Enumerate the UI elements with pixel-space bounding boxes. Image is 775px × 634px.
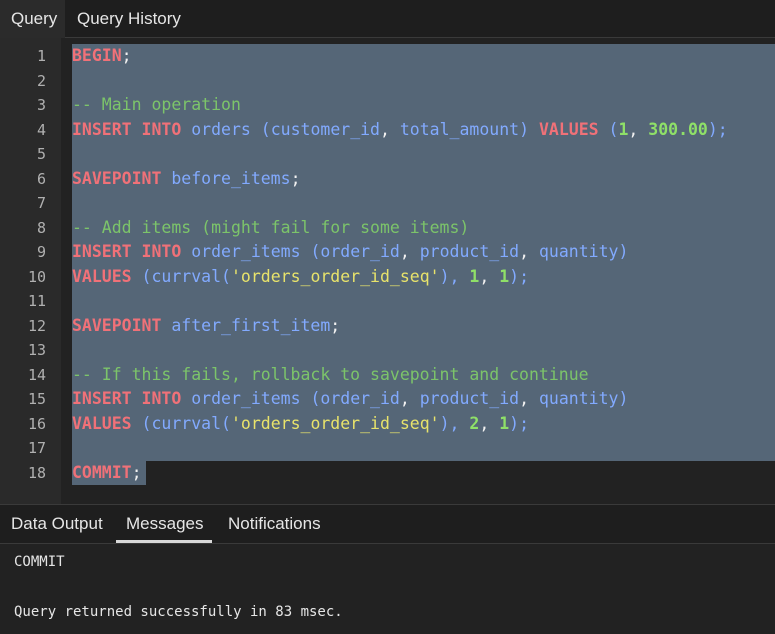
code-line[interactable]: INSERT INTO orders (customer_id, total_a… [72,118,728,143]
code-line[interactable]: -- Main operation [72,93,241,118]
tab-messages[interactable]: Messages [115,505,214,543]
code-line[interactable]: -- Add items (might fail for some items) [72,216,469,241]
line-number: 5 [36,145,46,163]
line-number: 7 [36,194,46,212]
sql-editor[interactable]: 1 2 3 4 5 6 7 8 9 10 11 12 13 14 15 16 17 18 BEGIN; -- Mai… [0,38,775,504]
line-number: 4 [36,120,46,139]
tab-query-history[interactable]: Query History [77,0,181,38]
line-number: 6 [36,169,46,188]
tab-data-output[interactable]: Data Output [11,505,103,543]
message-commit: COMMIT [14,554,65,570]
message-query-result: Query returned successfully in 83 msec. [14,604,343,620]
line-number: 2 [36,71,46,90]
code-line[interactable]: INSERT INTO order_items (order_id, produ… [72,240,628,265]
line-number: 15 [27,390,46,408]
line-number: 11 [27,292,46,310]
line-number: 13 [27,341,46,359]
code-line[interactable]: INSERT INTO order_items (order_id, produ… [72,387,628,412]
code-line[interactable]: SAVEPOINT after_first_item; [72,314,340,339]
line-number: 16 [27,414,46,433]
code-line[interactable]: SAVEPOINT before_items; [72,167,301,192]
messages-panel: COMMIT Query returned successfully in 83… [0,544,775,634]
line-number: 10 [27,267,46,286]
code-line[interactable]: VALUES (currval('orders_order_id_seq'), … [72,412,529,437]
code-line[interactable]: VALUES (currval('orders_order_id_seq'), … [72,265,529,290]
line-number: 3 [36,96,46,114]
code-line[interactable]: -- If this fails, rollback to savepoint … [72,363,589,388]
line-number: 14 [27,365,46,384]
line-number: 18 [27,463,46,482]
line-number: 17 [27,439,46,457]
tab-notifications[interactable]: Notifications [228,505,321,543]
code-area[interactable]: BEGIN; -- Main operation INSERT INTO order… [61,38,775,504]
tab-query[interactable]: Query [0,0,65,39]
query-tabbar: Query Query History [0,0,775,39]
line-number: 9 [36,243,46,261]
line-number: 1 [36,47,46,65]
code-line[interactable]: BEGIN; [72,44,132,69]
code-line[interactable]: COMMIT; [72,461,142,486]
output-tabbar: Data Output Messages Notifications [0,504,775,544]
line-number: 12 [27,316,46,335]
line-number-gutter: 1 2 3 4 5 6 7 8 9 10 11 12 13 14 15 16 17 18 [0,38,61,504]
line-number: 8 [36,218,46,237]
